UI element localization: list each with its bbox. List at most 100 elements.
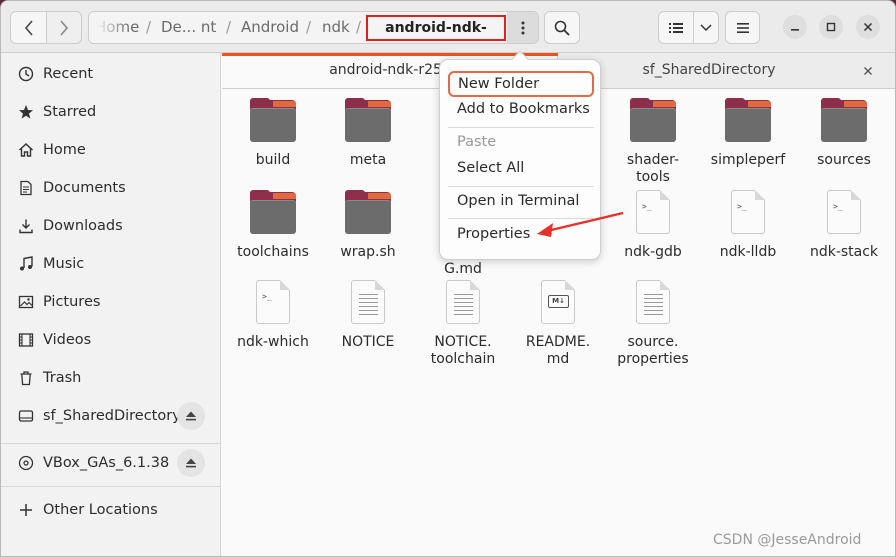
- sidebar-item-vbox[interactable]: VBox_GAs_6.1.38: [1, 444, 220, 482]
- close-window-button[interactable]: [856, 15, 880, 39]
- eject-icon: [186, 458, 196, 468]
- list-view-button[interactable]: [658, 11, 694, 44]
- sidebar-item-downloads[interactable]: Downloads: [1, 207, 220, 245]
- script-file-icon: >_: [249, 280, 297, 328]
- folder-icon: [249, 190, 297, 238]
- folder-icon: [724, 98, 772, 146]
- maximize-icon: [826, 22, 836, 32]
- path-fade: [89, 12, 129, 43]
- sidebar-item-label: Documents: [43, 180, 126, 196]
- eject-button[interactable]: [177, 449, 205, 477]
- text-file-icon: [344, 280, 392, 328]
- sidebar-item-music[interactable]: Music: [1, 245, 220, 283]
- file-item[interactable]: meta: [320, 98, 416, 169]
- file-name: ndk-gdb: [624, 244, 682, 260]
- folder-icon: [344, 190, 392, 238]
- file-manager-window: Home / De... nt / Android / ndk / androi…: [0, 0, 896, 557]
- tab-shared-directory[interactable]: sf_SharedDirectory: [559, 53, 895, 88]
- path-separator: /: [356, 18, 362, 36]
- sidebar-item-label: Home: [43, 142, 86, 158]
- markdown-file-icon: M↓: [534, 280, 582, 328]
- file-item[interactable]: build: [225, 98, 321, 169]
- menu-item-select-all[interactable]: Select All: [448, 155, 594, 181]
- home-icon: [17, 141, 35, 159]
- menu-item-paste: Paste: [457, 134, 497, 150]
- sidebar-item-starred[interactable]: Starred: [1, 93, 220, 131]
- file-item[interactable]: NOTICE. toolchain: [415, 280, 511, 368]
- disc-icon: [17, 454, 35, 472]
- file-item[interactable]: M↓ README. md: [510, 280, 606, 368]
- file-name: source. properties: [617, 334, 689, 367]
- text-file-icon: [629, 280, 677, 328]
- back-button[interactable]: [10, 11, 47, 44]
- maximize-button[interactable]: [819, 15, 843, 39]
- sidebar-item-pictures[interactable]: Pictures: [1, 283, 220, 321]
- tab-label: sf_SharedDirectory: [642, 62, 776, 78]
- sidebar-item-label: sf_SharedDirectory: [43, 408, 181, 424]
- menu-separator: [448, 127, 594, 128]
- file-item[interactable]: simpleperf: [700, 98, 796, 169]
- file-item[interactable]: >_ ndk-stack: [796, 190, 892, 261]
- menu-item-new-folder[interactable]: New Folder: [448, 71, 594, 97]
- annotation-arrow: [537, 211, 624, 237]
- chevron-left-icon: [24, 19, 33, 36]
- sidebar-item-other-locations[interactable]: Other Locations: [1, 491, 220, 529]
- file-name: wrap.sh: [340, 244, 396, 260]
- hamburger-icon: [736, 22, 749, 33]
- file-item[interactable]: shader- tools: [605, 98, 701, 186]
- sidebar-item-trash[interactable]: Trash: [1, 359, 220, 397]
- sidebar-item-label: Trash: [43, 370, 82, 386]
- eject-icon: [186, 411, 196, 421]
- file-item[interactable]: >_ ndk-which: [225, 280, 321, 351]
- header-bar: Home / De... nt / Android / ndk / androi…: [1, 1, 895, 53]
- sidebar-item-recent[interactable]: Recent: [1, 55, 220, 93]
- file-name: simpleperf: [710, 152, 786, 168]
- crumb-ndk[interactable]: ndk: [322, 12, 350, 43]
- file-name: NOTICE: [341, 334, 395, 350]
- file-name: shader- tools: [626, 152, 680, 185]
- sidebar-item-label: Pictures: [43, 294, 101, 310]
- menu-item-add-bookmark[interactable]: Add to Bookmarks: [448, 96, 594, 122]
- sidebar-item-label: VBox_GAs_6.1.38: [43, 455, 170, 471]
- eject-button[interactable]: [177, 402, 205, 430]
- tab-close-button[interactable]: [858, 61, 878, 81]
- file-item[interactable]: wrap.sh: [320, 190, 416, 261]
- crumb-current-folder[interactable]: android-ndk-r25b: [366, 15, 506, 43]
- star-icon: [17, 103, 35, 121]
- sidebar-item-documents[interactable]: Documents: [1, 169, 220, 207]
- file-item[interactable]: >_ ndk-lldb: [700, 190, 796, 261]
- sidebar-item-label: Videos: [43, 332, 92, 348]
- script-file-icon: >_: [629, 190, 677, 238]
- file-item[interactable]: sources: [796, 98, 892, 169]
- crumb-android[interactable]: Android: [241, 12, 299, 43]
- script-file-icon: >_: [724, 190, 772, 238]
- sidebar-item-home[interactable]: Home: [1, 131, 220, 169]
- picture-icon: [17, 293, 35, 311]
- sidebar-item-shared-directory[interactable]: sf_SharedDirectory: [1, 397, 220, 435]
- view-options-button[interactable]: [693, 11, 719, 44]
- plus-icon: [17, 501, 35, 519]
- file-name: meta: [349, 152, 387, 168]
- main-menu-button[interactable]: [725, 11, 760, 44]
- file-item[interactable]: source. properties: [605, 280, 701, 368]
- folder-icon: [249, 98, 297, 146]
- crumb-documents[interactable]: De... nt: [161, 12, 216, 43]
- search-button[interactable]: [544, 11, 580, 44]
- download-icon: [17, 217, 35, 235]
- minimize-button[interactable]: [783, 15, 807, 39]
- file-item[interactable]: toolchains: [225, 190, 321, 261]
- file-name: toolchains: [237, 244, 309, 260]
- file-name: sources: [817, 152, 871, 168]
- path-menu-button[interactable]: [507, 12, 538, 43]
- sidebar-item-label: Recent: [43, 66, 94, 82]
- path-bar: Home / De... nt / Android / ndk / androi…: [88, 11, 539, 44]
- forward-button[interactable]: [46, 11, 82, 44]
- file-item[interactable]: NOTICE: [320, 280, 416, 351]
- close-icon: [863, 22, 873, 32]
- folder-icon: [629, 98, 677, 146]
- sidebar-item-videos[interactable]: Videos: [1, 321, 220, 359]
- close-icon: [864, 67, 872, 75]
- sidebar-separator: [1, 486, 220, 487]
- menu-separator: [448, 186, 594, 187]
- clock-icon: [17, 65, 35, 83]
